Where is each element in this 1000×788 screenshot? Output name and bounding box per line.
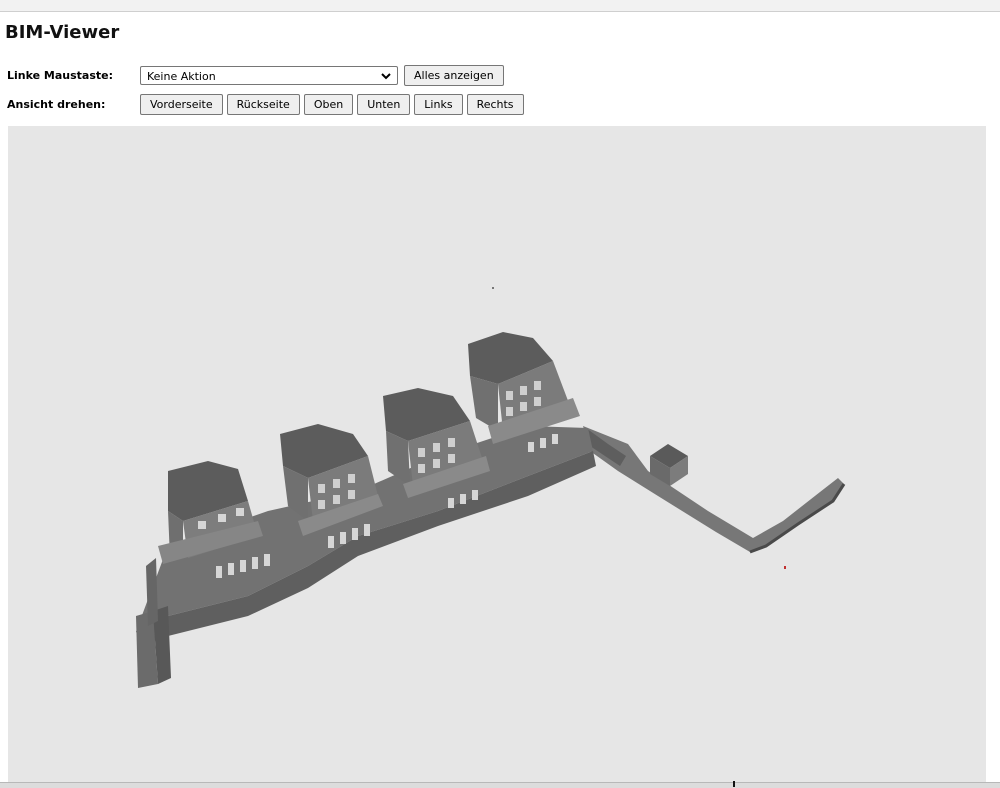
rotate-back-button[interactable]: Rückseite xyxy=(226,93,300,115)
mouse-cursor-icon xyxy=(733,781,735,787)
rotate-front-button[interactable]: Vorderseite xyxy=(140,93,223,115)
mouse-action-value: Keine Aktion xyxy=(147,69,216,83)
bim-3d-viewport[interactable] xyxy=(8,126,986,782)
rotate-view-label: Ansicht drehen: xyxy=(7,97,106,111)
bottom-scrollbar[interactable] xyxy=(0,782,1000,788)
rotate-left-button[interactable]: Links xyxy=(414,93,463,115)
rotate-right-button[interactable]: Rechts xyxy=(466,93,524,115)
left-mouse-label: Linke Maustaste: xyxy=(7,68,114,82)
mouse-action-row: Linke Maustaste: Keine Aktion Alles anze… xyxy=(7,64,508,86)
show-all-button[interactable]: Alles anzeigen xyxy=(404,64,504,86)
access-ramp xyxy=(583,426,844,552)
scene-artifact xyxy=(492,287,494,289)
bim-model-render xyxy=(136,287,846,688)
browser-top-strip xyxy=(0,0,1000,12)
rotate-bottom-button[interactable]: Unten xyxy=(357,93,411,115)
mouse-action-select[interactable]: Keine Aktion xyxy=(140,65,398,85)
rotate-top-button[interactable]: Oben xyxy=(303,93,354,115)
scene-marker xyxy=(784,566,786,569)
rotate-view-row: Ansicht drehen: Vorderseite Rückseite Ob… xyxy=(7,93,528,115)
chevron-down-icon xyxy=(381,72,391,79)
page-title: BIM-Viewer xyxy=(5,22,120,43)
